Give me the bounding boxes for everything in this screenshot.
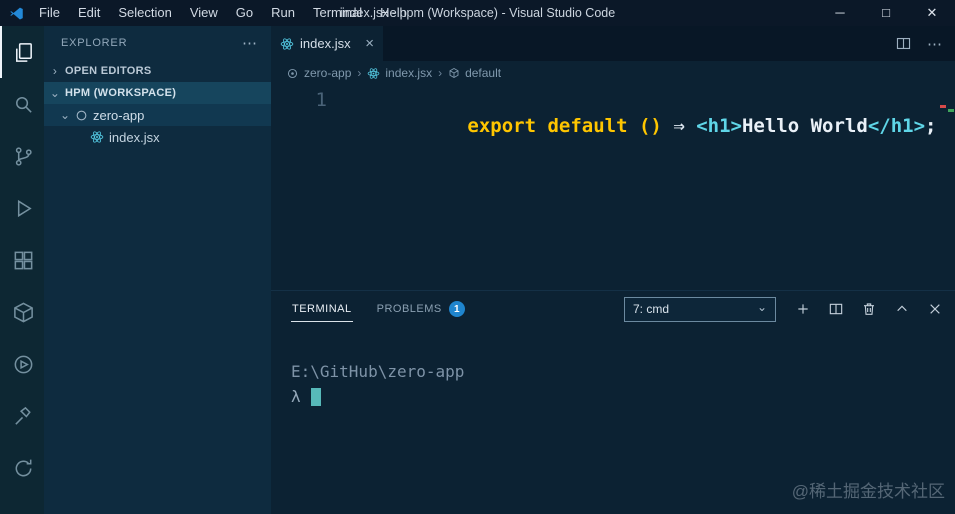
run-debug-icon[interactable] (0, 182, 44, 234)
close-panel-icon[interactable] (927, 301, 943, 317)
menu-view[interactable]: View (181, 0, 227, 26)
terminal-select-value: 7: cmd (633, 302, 669, 316)
explorer-sidebar: EXPLORER ⋯ › OPEN EDITORS ⌄ HPM (WORKSPA… (44, 26, 271, 514)
breadcrumb-default[interactable]: default (448, 66, 501, 80)
terminal-output[interactable]: E:\GitHub\zero-app λ (271, 327, 955, 409)
terminal-prompt: λ (291, 384, 301, 409)
split-terminal-icon[interactable] (828, 301, 844, 317)
breadcrumb-zero-app[interactable]: zero-app (286, 66, 351, 80)
code-token-arrow: ⇒ (662, 115, 696, 137)
tab-close-icon[interactable]: × (365, 36, 374, 51)
react-icon (367, 67, 380, 80)
terminal-cwd: E:\GitHub\zero-app (291, 359, 955, 384)
panel-header: TERMINAL PROBLEMS 1 7: cmd ⌄ (271, 291, 955, 327)
circle-dot-icon (286, 67, 299, 80)
tree-item-label: zero-app (93, 108, 144, 123)
tab-terminal[interactable]: TERMINAL (291, 297, 353, 322)
chevron-right-icon: › (48, 64, 62, 78)
chevron-down-icon: ⌄ (60, 108, 70, 122)
menu-selection[interactable]: Selection (109, 0, 180, 26)
symbol-box-icon (448, 67, 460, 79)
extensions-icon[interactable] (0, 234, 44, 286)
refresh-icon[interactable] (0, 442, 44, 494)
line-number: 1 (271, 87, 327, 165)
open-editors-label: OPEN EDITORS (65, 65, 152, 77)
problems-badge: 1 (449, 301, 465, 317)
titlebar: File Edit Selection View Go Run Terminal… (0, 0, 955, 26)
maximize-button[interactable]: □ (863, 0, 909, 26)
react-icon (90, 130, 104, 144)
menu-edit[interactable]: Edit (69, 0, 109, 26)
react-icon (280, 37, 294, 51)
code-token-semicolon: ; (925, 115, 936, 137)
workspace-section[interactable]: ⌄ HPM (WORKSPACE) (44, 82, 271, 104)
breadcrumb: zero-app › index.jsx › default (271, 61, 955, 85)
tab-label: index.jsx (300, 36, 351, 51)
sidebar-more-actions[interactable]: ⋯ (242, 34, 257, 52)
menu-go[interactable]: Go (227, 0, 262, 26)
code-editor[interactable]: 1 export default () ⇒ <h1>Hello World</h… (271, 85, 955, 290)
code-token-open-tag: <h1> (696, 115, 742, 137)
overview-ruler-mark-green (948, 109, 954, 112)
explorer-icon[interactable] (0, 26, 44, 78)
watermark: @稀土掘金技术社区 (792, 477, 945, 502)
overview-ruler-mark-red (940, 105, 946, 108)
editor-group: index.jsx × ⋯ zero-app › (271, 26, 955, 514)
editor-more-actions[interactable]: ⋯ (927, 35, 942, 53)
window-title: index.jsx - hpm (Workspace) - Visual Stu… (340, 6, 615, 20)
breadcrumb-separator: › (438, 66, 442, 80)
open-editors-section[interactable]: › OPEN EDITORS (44, 60, 271, 82)
chevron-down-icon: ⌄ (757, 300, 767, 314)
code-token-close-tag: </h1> (868, 115, 925, 137)
folder-icon (75, 109, 88, 122)
tree-item-zero-app[interactable]: ⌄ zero-app (44, 104, 271, 126)
tab-problems[interactable]: PROBLEMS 1 (377, 301, 465, 317)
activity-bar (0, 26, 44, 514)
source-control-icon[interactable] (0, 130, 44, 182)
play-circle-icon[interactable] (0, 338, 44, 390)
workspace-label: HPM (WORKSPACE) (65, 87, 176, 99)
sidebar-title: EXPLORER (61, 37, 127, 49)
split-editor-icon[interactable] (895, 35, 912, 52)
chevron-down-icon: ⌄ (48, 86, 62, 100)
vscode-logo-icon (9, 6, 24, 21)
kill-terminal-icon[interactable] (861, 301, 877, 317)
code-token-keyword: export default (467, 115, 639, 137)
code-token-text: Hello World (742, 115, 868, 137)
code-line-1: 1 export default () ⇒ <h1>Hello World</h… (271, 85, 955, 165)
terminal-cursor (311, 388, 321, 406)
menu-file[interactable]: File (30, 0, 69, 26)
new-terminal-icon[interactable] (795, 301, 811, 317)
menu-run[interactable]: Run (262, 0, 304, 26)
search-icon[interactable] (0, 78, 44, 130)
tab-index-jsx[interactable]: index.jsx × (271, 26, 383, 61)
close-button[interactable]: ✕ (909, 0, 955, 26)
terminal-select[interactable]: 7: cmd ⌄ (624, 297, 776, 322)
tab-bar: index.jsx × ⋯ (271, 26, 955, 61)
cube-icon[interactable] (0, 286, 44, 338)
maximize-panel-icon[interactable] (894, 301, 910, 317)
code-token-parens: () (639, 115, 662, 137)
breadcrumb-separator: › (357, 66, 361, 80)
minimize-button[interactable]: ─ (817, 0, 863, 26)
tools-icon[interactable] (0, 390, 44, 442)
tree-item-label: index.jsx (109, 130, 160, 145)
breadcrumb-index-jsx[interactable]: index.jsx (367, 66, 432, 80)
tree-item-index-jsx[interactable]: index.jsx (44, 126, 271, 148)
